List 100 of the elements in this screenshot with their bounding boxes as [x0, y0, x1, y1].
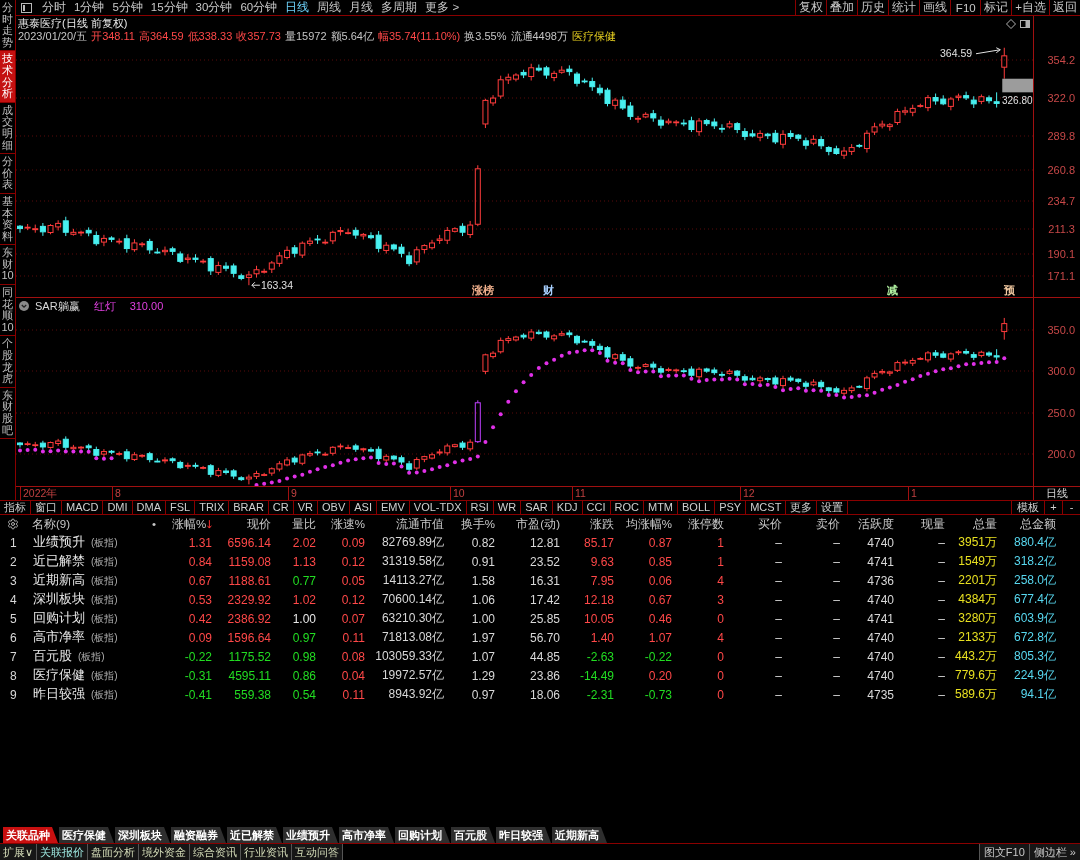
side-tab[interactable]: 个股龙虎: [0, 336, 15, 388]
period-tab[interactable]: 60分钟: [236, 0, 282, 15]
column-header[interactable]: 总量: [947, 516, 999, 532]
column-header[interactable]: 流通市值: [367, 516, 446, 532]
column-header[interactable]: 市盈(动): [497, 516, 562, 532]
side-tab[interactable]: 东财股吧: [0, 387, 15, 440]
period-tab[interactable]: 1分钟: [70, 0, 109, 15]
sector-tab[interactable]: 业绩预升: [283, 827, 338, 843]
sector-name[interactable]: 高市净率: [33, 629, 85, 646]
column-header[interactable]: 涨速%: [318, 516, 367, 532]
sector-name[interactable]: 业绩预升: [33, 534, 85, 551]
indicator-tab[interactable]: DMI: [103, 501, 133, 514]
column-header[interactable]: 买价: [726, 516, 784, 532]
info-tab[interactable]: 关联报价: [37, 844, 89, 860]
indicator-tab[interactable]: PSY: [715, 501, 747, 514]
indicator-tab[interactable]: ASI: [350, 501, 377, 514]
column-header[interactable]: 涨停数: [674, 516, 726, 532]
template-button[interactable]: +: [1044, 501, 1062, 514]
side-tab[interactable]: 技术分析: [0, 51, 15, 103]
sector-tab[interactable]: 医疗保健: [59, 827, 114, 843]
side-tab[interactable]: 成交明细: [0, 102, 15, 155]
column-header[interactable]: 换手%: [446, 516, 497, 532]
event-marker[interactable]: 减: [887, 284, 898, 296]
toolbar-button[interactable]: 标记: [980, 0, 1012, 15]
event-marker[interactable]: 预: [1004, 284, 1015, 296]
side-tab[interactable]: 东财10: [0, 245, 15, 286]
sector-tab[interactable]: 回购计划: [395, 827, 450, 843]
indicator-tab[interactable]: WR: [493, 501, 522, 514]
event-marker[interactable]: 财: [543, 284, 554, 296]
column-header[interactable]: 涨跌: [562, 516, 616, 532]
period-tab[interactable]: 周线: [313, 0, 346, 15]
indicator-tab[interactable]: KDJ: [552, 501, 583, 514]
indicator-tab[interactable]: MTM: [644, 501, 679, 514]
panel-link[interactable]: 侧边栏 »: [1028, 844, 1080, 860]
indicator-tab[interactable]: OBV: [318, 501, 351, 514]
sector-tab[interactable]: 高市净率: [339, 827, 394, 843]
indicator-tab[interactable]: VOL-TDX: [409, 501, 467, 514]
column-header[interactable]: 总金额: [999, 516, 1058, 532]
toolbar-button[interactable]: 统计: [888, 0, 920, 15]
sector-tab[interactable]: 昨日较强: [496, 827, 551, 843]
indicator-tab[interactable]: MCST: [746, 501, 787, 514]
info-tab[interactable]: 扩展∨: [0, 844, 38, 860]
toolbar-button[interactable]: +自选: [1011, 0, 1049, 15]
column-header[interactable]: 卖价: [784, 516, 842, 532]
indicator-tab[interactable]: RSI: [466, 501, 494, 514]
sector-tab[interactable]: 近期新高: [552, 827, 607, 843]
template-button[interactable]: -: [1062, 501, 1080, 514]
info-tab[interactable]: 综合资讯: [190, 844, 242, 860]
side-tab[interactable]: 同花顺10: [0, 285, 15, 337]
indicator-tab[interactable]: BRAR: [229, 501, 269, 514]
toolbar-button[interactable]: F10: [950, 0, 981, 15]
indicator-tab[interactable]: MACD: [62, 501, 104, 514]
column-header[interactable]: •: [150, 518, 170, 530]
column-header[interactable]: 现价: [214, 516, 273, 532]
toolbar-button[interactable]: 画线: [919, 0, 951, 15]
side-tab[interactable]: 分价表: [0, 154, 15, 194]
column-header[interactable]: 量比: [273, 516, 318, 532]
indicator-tab[interactable]: 指标: [0, 501, 31, 514]
sector-tab[interactable]: 百元股: [451, 827, 495, 843]
column-header[interactable]: 现量: [896, 516, 947, 532]
toolbar-button[interactable]: 历史: [857, 0, 889, 15]
panel-link[interactable]: 图文F10: [978, 844, 1029, 860]
sector-name[interactable]: 近期新高: [33, 572, 85, 589]
period-tab[interactable]: 更多 >: [421, 0, 464, 15]
info-tab[interactable]: 境外资金: [139, 844, 191, 860]
toolbar-button[interactable]: 复权: [795, 0, 827, 15]
sector-tab[interactable]: 深圳板块: [115, 827, 170, 843]
template-button[interactable]: 模板: [1011, 501, 1044, 514]
toolbar-button[interactable]: 返回: [1049, 0, 1080, 15]
indicator-tab[interactable]: 更多: [786, 501, 818, 514]
period-tab[interactable]: 15分钟: [146, 0, 192, 15]
period-tab[interactable]: 多周期: [377, 0, 422, 15]
indicator-tab[interactable]: EMV: [376, 501, 410, 514]
indicator-tab[interactable]: DMA: [132, 501, 166, 514]
sector-name[interactable]: 百元股: [33, 648, 72, 665]
indicator-tab[interactable]: VR: [293, 501, 318, 514]
sector-name[interactable]: 深圳板块: [33, 591, 85, 608]
side-tab[interactable]: 基本资料: [0, 193, 15, 246]
indicator-tab[interactable]: ROC: [610, 501, 644, 514]
window-icon[interactable]: [1020, 18, 1030, 29]
toolbar-button[interactable]: 叠加: [826, 0, 858, 15]
chevron-down-icon[interactable]: [19, 301, 29, 311]
period-tab[interactable]: 分时: [38, 0, 70, 15]
settings-icon[interactable]: [7, 518, 19, 530]
indicator-tab[interactable]: CR: [268, 501, 294, 514]
sector-name[interactable]: 医疗保健: [33, 667, 85, 684]
column-header[interactable]: 涨幅%: [170, 516, 214, 532]
sector-name[interactable]: 回购计划: [33, 610, 85, 627]
sidebar-icon[interactable]: [21, 3, 32, 13]
event-marker[interactable]: 涨榜: [472, 284, 494, 296]
info-tab[interactable]: 互动问答: [292, 844, 344, 860]
indicator-tab[interactable]: BOLL: [678, 501, 716, 514]
indicator-tab[interactable]: 设置: [817, 501, 849, 514]
column-header[interactable]: 名称(9): [30, 516, 150, 532]
info-tab[interactable]: 行业资讯: [241, 844, 293, 860]
indicator-tab[interactable]: SAR: [521, 501, 553, 514]
sector-tab[interactable]: 融资融券: [171, 827, 226, 843]
indicator-tab[interactable]: FSL: [166, 501, 196, 514]
indicator-tab[interactable]: CCI: [582, 501, 611, 514]
column-header[interactable]: 活跃度: [842, 516, 896, 532]
